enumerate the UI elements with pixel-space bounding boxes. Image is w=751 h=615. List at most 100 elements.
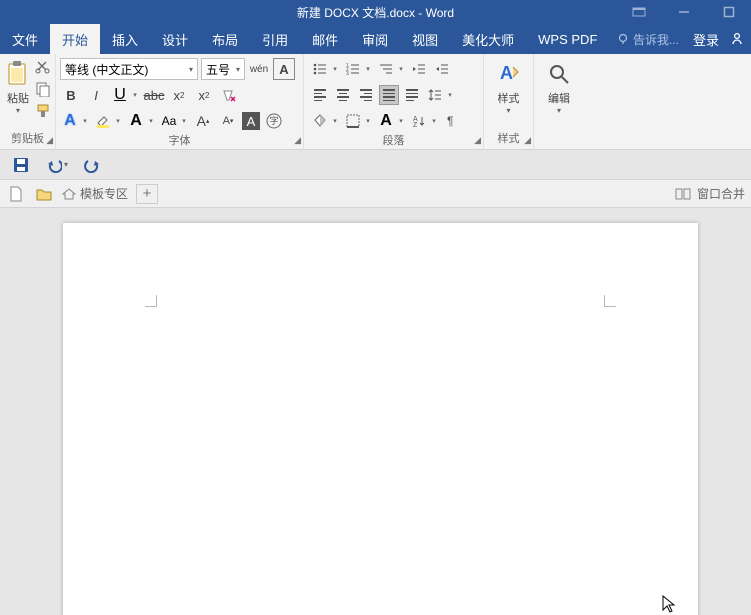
svg-text:Z: Z bbox=[413, 122, 418, 128]
increase-indent-button[interactable] bbox=[432, 59, 452, 79]
align-center-button[interactable] bbox=[333, 85, 353, 105]
align-justify-button[interactable] bbox=[379, 85, 399, 105]
svg-text:3: 3 bbox=[346, 71, 349, 76]
login-button[interactable]: 登录 bbox=[685, 30, 727, 49]
align-right-button[interactable] bbox=[356, 85, 376, 105]
chevron-down-icon: ▾ bbox=[557, 106, 561, 115]
italic-button[interactable]: I bbox=[85, 84, 107, 106]
tell-me-search[interactable]: 告诉我... bbox=[611, 31, 685, 48]
margin-mark-top-left bbox=[145, 295, 157, 307]
tab-layout[interactable]: 布局 bbox=[200, 24, 250, 54]
underline-button[interactable]: U▾ bbox=[110, 84, 140, 106]
find-icon bbox=[545, 60, 573, 88]
line-spacing-button[interactable]: ▾ bbox=[425, 84, 455, 106]
paragraph-launcher[interactable]: ◢ bbox=[474, 135, 481, 146]
group-clipboard: 粘贴 ▾ 剪贴板 ◢ bbox=[0, 54, 56, 149]
chevron-down-icon: ▾ bbox=[232, 65, 240, 74]
chevron-down-icon: ▾ bbox=[506, 106, 510, 115]
character-border-button[interactable]: A bbox=[273, 58, 295, 80]
chevron-down-icon: ▾ bbox=[16, 106, 20, 115]
subscript-button[interactable]: x2 bbox=[168, 84, 190, 106]
page[interactable] bbox=[63, 223, 698, 615]
shrink-font-button[interactable]: A▾ bbox=[217, 110, 239, 132]
change-case-button[interactable]: Aa▾ bbox=[159, 110, 189, 132]
window-title: 新建 DOCX 文档.docx - Word bbox=[297, 4, 454, 21]
asian-layout-button[interactable]: A▾ bbox=[376, 110, 406, 132]
clipboard-group-label: 剪贴板 bbox=[4, 130, 51, 149]
strikethrough-button[interactable]: abc bbox=[143, 84, 165, 106]
margin-mark-top-right bbox=[604, 295, 616, 307]
font-launcher[interactable]: ◢ bbox=[294, 135, 301, 146]
chevron-down-icon: ▾ bbox=[185, 65, 193, 74]
align-distribute-button[interactable] bbox=[402, 85, 422, 105]
borders-button[interactable]: ▾ bbox=[343, 110, 373, 132]
sort-button[interactable]: AZ▾ bbox=[409, 110, 439, 132]
tab-beautify[interactable]: 美化大师 bbox=[450, 24, 526, 54]
undo-button[interactable]: ▾ bbox=[46, 154, 68, 176]
titlebar: 新建 DOCX 文档.docx - Word bbox=[0, 0, 751, 24]
document-icon[interactable] bbox=[6, 184, 26, 204]
character-shading-button[interactable]: A bbox=[242, 112, 260, 130]
decrease-indent-button[interactable] bbox=[409, 59, 429, 79]
redo-button[interactable] bbox=[82, 154, 104, 176]
cut-button[interactable] bbox=[34, 58, 52, 76]
paste-button[interactable]: 粘贴 ▾ bbox=[4, 56, 32, 115]
format-painter-button[interactable] bbox=[34, 102, 52, 120]
save-button[interactable] bbox=[10, 154, 32, 176]
document-workspace[interactable] bbox=[0, 208, 751, 615]
bullets-button[interactable]: ▾ bbox=[310, 58, 340, 80]
bold-button[interactable]: B bbox=[60, 84, 82, 106]
window-merge-label[interactable]: 窗口合并 bbox=[697, 185, 745, 202]
align-left-button[interactable] bbox=[310, 85, 330, 105]
minimize-button[interactable] bbox=[661, 0, 706, 24]
edit-group-label bbox=[538, 146, 580, 149]
home-icon bbox=[62, 187, 76, 201]
tab-design[interactable]: 设计 bbox=[150, 24, 200, 54]
svg-text:A: A bbox=[500, 63, 513, 83]
tab-wps-pdf[interactable]: WPS PDF bbox=[526, 24, 609, 54]
new-tab-button[interactable]: + bbox=[136, 184, 158, 204]
numbering-button[interactable]: 123▾ bbox=[343, 58, 373, 80]
paste-icon bbox=[4, 60, 32, 88]
highlight-button[interactable]: ▾ bbox=[93, 110, 123, 132]
font-name-combo[interactable]: 等线 (中文正文) ▾ bbox=[60, 58, 198, 80]
clipboard-launcher[interactable]: ◢ bbox=[46, 135, 53, 146]
font-color-button[interactable]: A▾ bbox=[126, 110, 156, 132]
share-button[interactable] bbox=[727, 31, 747, 47]
menubar: 文件 开始 插入 设计 布局 引用 邮件 审阅 视图 美化大师 WPS PDF … bbox=[0, 24, 751, 54]
maximize-button[interactable] bbox=[706, 0, 751, 24]
group-styles: A 样式 ▾ 样式 ◢ bbox=[484, 54, 534, 149]
text-effects-button[interactable]: A▾ bbox=[60, 110, 90, 132]
tab-mailings[interactable]: 邮件 bbox=[300, 24, 350, 54]
tab-references[interactable]: 引用 bbox=[250, 24, 300, 54]
tab-insert[interactable]: 插入 bbox=[100, 24, 150, 54]
styles-launcher[interactable]: ◢ bbox=[524, 135, 531, 146]
phonetic-guide-button[interactable]: wén bbox=[248, 58, 270, 80]
tab-view[interactable]: 视图 bbox=[400, 24, 450, 54]
clear-formatting-button[interactable] bbox=[218, 84, 240, 106]
grow-font-button[interactable]: A▴ bbox=[192, 110, 214, 132]
shading-button[interactable]: ▾ bbox=[310, 110, 340, 132]
tab-home[interactable]: 开始 bbox=[50, 24, 100, 54]
tab-file[interactable]: 文件 bbox=[0, 24, 50, 54]
folder-icon[interactable] bbox=[34, 184, 54, 204]
template-zone-tab[interactable]: 模板专区 bbox=[62, 185, 128, 202]
show-paragraph-marks-button[interactable]: ¶ bbox=[442, 111, 462, 131]
styles-button[interactable]: A 样式 ▾ bbox=[490, 56, 528, 115]
styles-label: 样式 bbox=[498, 90, 520, 106]
lightbulb-icon bbox=[617, 33, 629, 45]
copy-button[interactable] bbox=[34, 80, 52, 98]
edit-button[interactable]: 编辑 ▾ bbox=[540, 56, 578, 115]
svg-text:字: 字 bbox=[269, 115, 278, 126]
group-edit: 编辑 ▾ bbox=[534, 54, 584, 149]
font-size-value: 五号 bbox=[206, 61, 230, 78]
tab-review[interactable]: 审阅 bbox=[350, 24, 400, 54]
multilevel-list-button[interactable]: ▾ bbox=[376, 58, 406, 80]
font-size-combo[interactable]: 五号 ▾ bbox=[201, 58, 245, 80]
superscript-button[interactable]: x2 bbox=[193, 84, 215, 106]
svg-text:¶: ¶ bbox=[447, 114, 453, 128]
group-font: 等线 (中文正文) ▾ 五号 ▾ wén A B I U▾ abc x2 x2 bbox=[56, 54, 304, 149]
enclose-characters-button[interactable]: 字 bbox=[263, 110, 285, 132]
styles-icon: A bbox=[495, 60, 523, 88]
ribbon-display-options-icon[interactable] bbox=[616, 0, 661, 24]
